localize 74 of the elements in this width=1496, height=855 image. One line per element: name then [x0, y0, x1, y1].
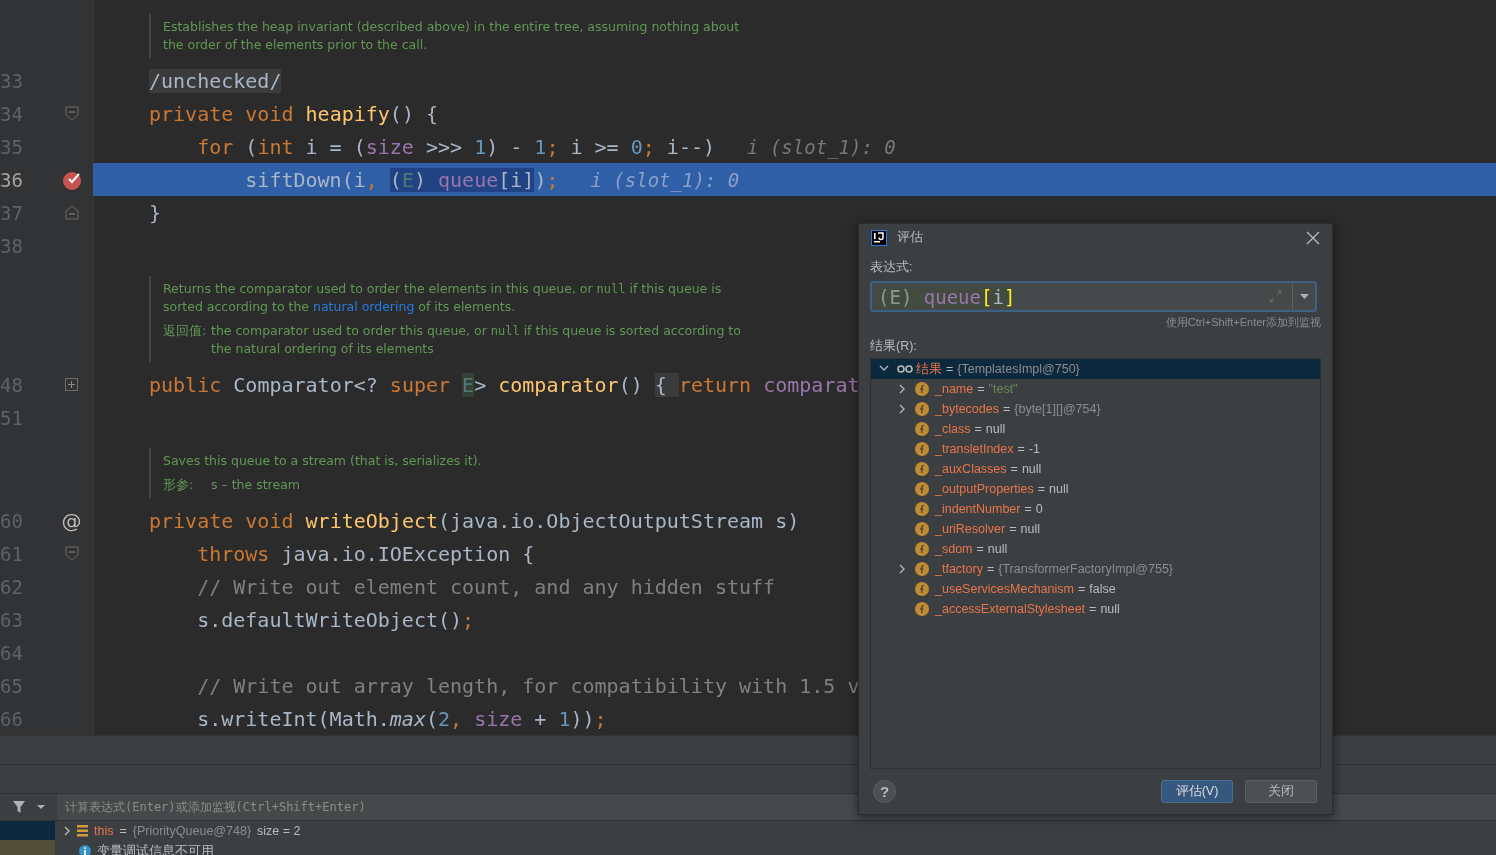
- code-token: [i]: [498, 167, 535, 192]
- inline-value-hint: i (slot_1): 0: [590, 168, 740, 191]
- code-token: size: [474, 706, 523, 731]
- code-token: >>>: [424, 134, 464, 159]
- code-token: ,: [450, 706, 464, 731]
- code-token: (: [425, 706, 438, 731]
- code-token: super: [389, 372, 452, 397]
- code-token: private void: [149, 508, 295, 533]
- field-label: 结果(R):: [870, 337, 918, 355]
- code-token: 0: [630, 134, 643, 159]
- code-token: ;: [594, 706, 607, 731]
- code-token: () {: [389, 101, 438, 126]
- code-token: // Write out element count, and any hidden stuff: [196, 574, 776, 599]
- code-token: ;: [462, 607, 475, 632]
- equals-sign: =: [119, 824, 127, 838]
- doc-tag-label: 形参:: [163, 476, 195, 494]
- code-token: >: [474, 372, 488, 397]
- code-token: (): [618, 372, 644, 397]
- line-number: 36: [0, 168, 23, 191]
- code-token: ,: [365, 167, 379, 192]
- code-token: (: [245, 134, 258, 159]
- code-token: // Write out array length, for compatibility with 1.5 v: [196, 673, 860, 698]
- code-token: ;: [642, 134, 656, 159]
- code-token: E: [462, 372, 475, 397]
- doc-tag-label: 返回值:: [163, 322, 208, 340]
- code-token: max: [389, 706, 426, 731]
- doc-text: Returns the comparator used to order the elements in this queue, or null if this queue is sorted according to the natural ordering of its elements.: [163, 280, 723, 316]
- code-token: 1: [474, 134, 487, 159]
- code-token: heapify: [305, 101, 390, 126]
- shortcut-hint: 使用Ctrl+Shift+Enter添加到监视: [1165, 315, 1321, 331]
- code-token: java.io.IOException {: [281, 541, 535, 566]
- code-token: int: [257, 134, 294, 159]
- code-token: ): [413, 167, 439, 192]
- code-token: i = (: [304, 134, 366, 159]
- code-token: private void: [149, 101, 295, 126]
- code-token: comparat: [763, 372, 860, 397]
- code-token: return: [678, 372, 753, 397]
- code-token: public: [149, 372, 223, 397]
- doc-text: Saves this queue to a stream (that is, serializes it).: [163, 452, 482, 470]
- variable-value: {PriorityQueue@748}: [132, 824, 252, 838]
- code-token: s.writeInt(Math.: [196, 706, 390, 731]
- doc-text: s – the stream: [211, 476, 300, 494]
- code-token: ;: [546, 167, 559, 192]
- code-token: queue: [438, 167, 499, 192]
- code-token: ) -: [486, 134, 524, 159]
- dialog-title: 评估: [897, 229, 924, 247]
- code-token: ): [534, 167, 547, 192]
- code-token: 1: [534, 134, 547, 159]
- field-label: 表达式:: [870, 258, 914, 276]
- code-token: {: [654, 372, 679, 397]
- doc-text: Establishes the heap invariant (described above) in the entire tree, assuming nothing about the order of the elements prior to the call.: [163, 18, 741, 54]
- code-token: +: [533, 706, 548, 731]
- code-token: i >=: [570, 134, 620, 159]
- code-token: Comparator<?: [233, 372, 379, 397]
- code-token: siftDown(i: [244, 167, 366, 192]
- code-token: )): [570, 706, 595, 731]
- code-token: 1: [558, 706, 571, 731]
- code-token: (: [389, 167, 402, 192]
- code-token: /unchecked/: [149, 68, 282, 93]
- code-token: i--): [666, 134, 716, 159]
- code-token: size: [365, 134, 414, 159]
- code-token: 2: [438, 706, 451, 731]
- code-token: for: [196, 134, 235, 159]
- code-token: (java.io.ObjectOutputStream s): [438, 508, 800, 533]
- code-token: comparator: [498, 372, 619, 397]
- code-token: throws: [196, 541, 271, 566]
- doc-text: the comparator used to order this queue, or null if this queue is sorted according to the natural ordering of its elements: [211, 322, 742, 358]
- code-token: }: [149, 200, 162, 225]
- variable-detail: size = 2: [257, 824, 301, 838]
- code-token: writeObject: [305, 508, 438, 533]
- code-token: s.defaultWriteObject(): [196, 607, 463, 632]
- code-token: ;: [546, 134, 560, 159]
- variable-name: this: [94, 824, 114, 838]
- inline-value-hint: i (slot_1): 0: [747, 135, 896, 158]
